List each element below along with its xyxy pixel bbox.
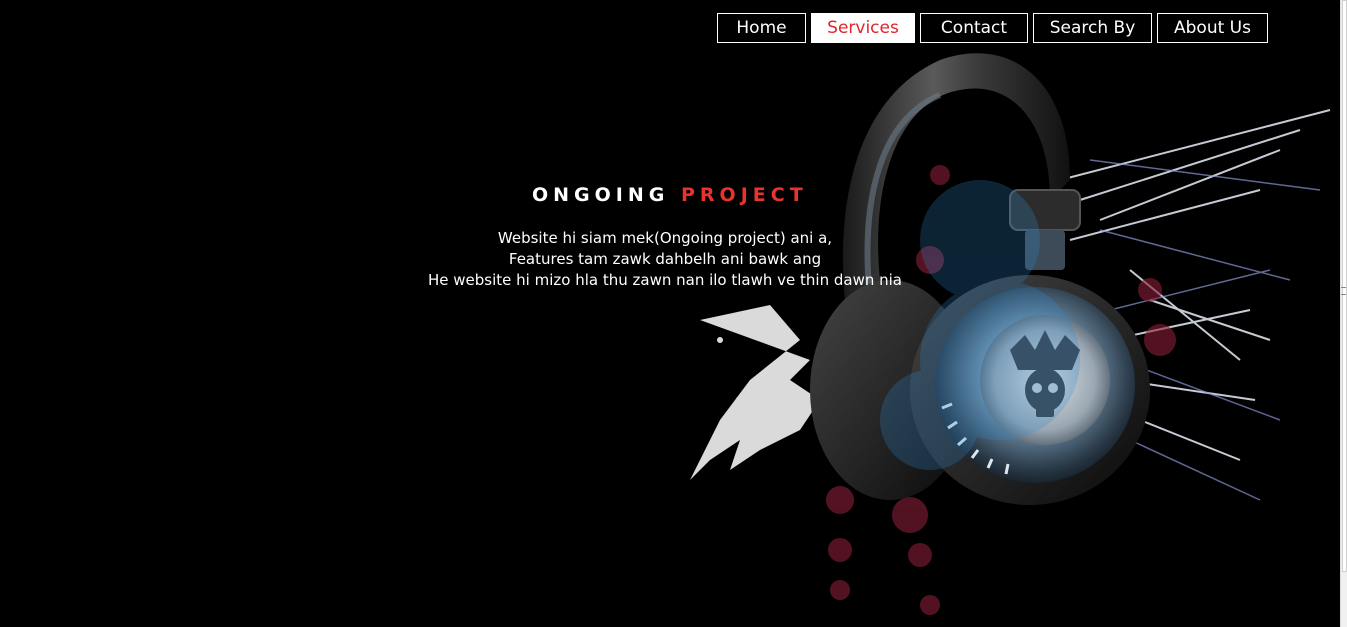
nav-home[interactable]: Home [717,13,806,43]
scrollbar-thumb[interactable] [1342,0,1347,572]
vertical-scrollbar[interactable] [1340,0,1347,627]
hero-line-2: Features tam zawk dahbelh ani bawk ang [508,250,822,268]
hero-title-part1: ONGOING [532,184,670,206]
hero-title: ONGOING PROJECT [532,184,808,206]
scrollbar-grip-icon [1341,287,1346,295]
nav-services[interactable]: Services [811,13,915,43]
headphones-icon [690,53,1331,615]
hero-description: Website hi siam mek(Ongoing project) ani… [410,228,920,291]
nav-search-by[interactable]: Search By [1033,13,1152,43]
main-nav: Home Services Contact Search By About Us [717,13,1268,43]
hero-title-part2: PROJECT [681,184,808,206]
nav-about-us[interactable]: About Us [1157,13,1268,43]
hero-line-3: He website hi mizo hla thu zawn nan ilo … [428,271,902,289]
hero-line-1: Website hi siam mek(Ongoing project) ani… [497,229,833,247]
nav-contact[interactable]: Contact [920,13,1028,43]
page: Home Services Contact Search By About Us… [0,0,1347,627]
